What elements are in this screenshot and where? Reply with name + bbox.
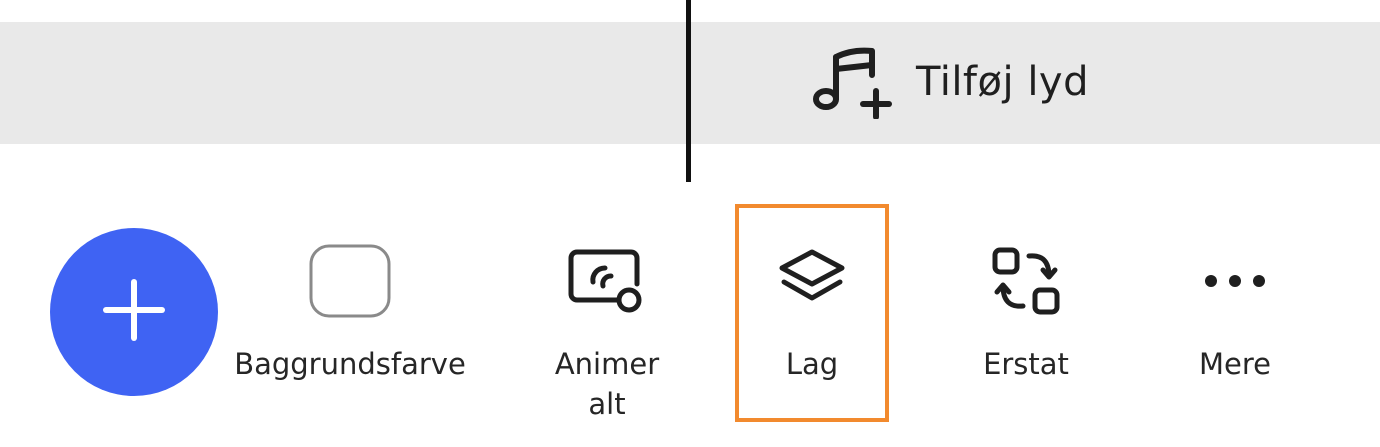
add-button[interactable] [50,228,218,396]
replace-tool[interactable]: Erstat [960,236,1092,384]
layers-label: Lag [785,347,839,381]
playhead[interactable] [686,0,691,182]
editor-bottom-panel: Tilføj lyd Baggrundsfarve Animer alt Lag… [0,0,1380,447]
background-color-tool[interactable]: Baggrundsfarve [232,236,468,384]
animate-all-icon [567,236,647,326]
music-plus-icon [812,45,898,119]
animate-all-label: Animer alt [554,347,660,421]
layers-tool[interactable]: Lag [735,236,889,384]
layers-icon [776,236,848,326]
background-color-label: Baggrundsfarve [234,347,466,381]
more-tool[interactable]: Mere [1170,236,1300,384]
animate-all-tool[interactable]: Animer alt [540,236,674,424]
replace-icon [991,236,1061,326]
rounded-square-icon [308,236,392,326]
replace-label: Erstat [983,347,1069,381]
add-audio-button[interactable]: Tilføj lyd [812,40,1089,124]
add-audio-label: Tilføj lyd [916,59,1089,105]
more-dots-icon [1203,236,1267,326]
more-label: Mere [1199,347,1271,381]
plus-icon [102,278,166,346]
